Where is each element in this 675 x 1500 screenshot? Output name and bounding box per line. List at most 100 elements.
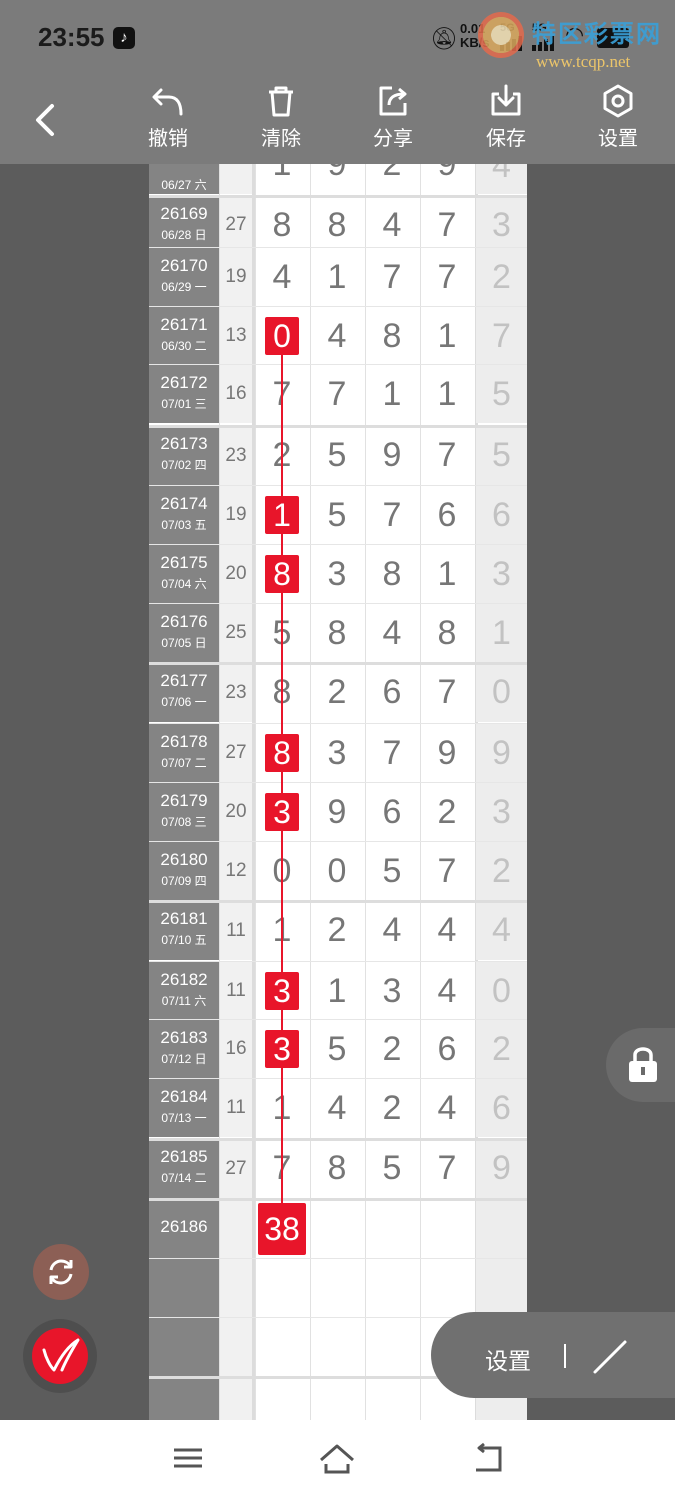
refresh-button[interactable]	[33, 1244, 89, 1300]
share-button[interactable]: 分享	[353, 84, 433, 151]
back-nav-icon[interactable]	[470, 1442, 504, 1474]
digit-cell: 6	[382, 793, 402, 831]
last-digit-cell: 4	[476, 901, 527, 960]
table-row: 26183 07/12 日 16 3 5 2 6 2	[149, 1020, 527, 1078]
first-digit-cell[interactable]: 1	[255, 1079, 309, 1137]
sum-cell: 20	[220, 783, 252, 841]
period-number: 26182	[160, 970, 208, 989]
toolbar: 撤销 清除 分享 保存 设置	[0, 78, 675, 164]
sum-cell	[220, 164, 252, 194]
table-row: 26180 07/09 四 12 0 0 5 7 2	[149, 842, 527, 900]
period-date: 07/09 四	[161, 874, 207, 888]
period-date: 07/03 五	[161, 518, 207, 532]
home-nav-icon[interactable]	[318, 1442, 356, 1476]
sum-cell: 13	[220, 307, 252, 365]
hit-marker: 3	[265, 793, 299, 831]
period-date: 06/27 六	[161, 178, 207, 192]
first-digit-cell[interactable]: 8	[255, 663, 309, 722]
first-digit-cell[interactable]: 5	[255, 604, 309, 662]
watermark-url: www.tcqp.net	[536, 52, 631, 71]
period-cell: 26180 07/09 四	[149, 842, 219, 900]
first-digit-cell[interactable]: 3	[255, 783, 309, 841]
digit-cell: 9	[437, 734, 457, 772]
period-number: 26184	[160, 1087, 208, 1106]
first-digit-cell[interactable]: 3	[255, 1020, 309, 1078]
row-divider	[149, 662, 527, 665]
save-button[interactable]: 保存	[466, 84, 546, 151]
period-number: 26172	[160, 373, 208, 392]
first-digit-cell[interactable]: 7	[255, 1139, 309, 1198]
digit-cell: 7	[437, 206, 457, 244]
period-number: 26176	[160, 612, 208, 631]
back-button[interactable]	[28, 100, 62, 140]
digit-cell: 4	[437, 972, 457, 1010]
digit-cell: 8	[327, 1149, 347, 1187]
sum-cell: 12	[220, 842, 252, 900]
first-digit-cell[interactable]: 7	[255, 365, 309, 423]
sum-cell: 11	[220, 1079, 252, 1137]
pen-stroke-icon	[42, 1338, 80, 1372]
period-date: 07/14 二	[161, 1171, 207, 1185]
digit-cell: 7	[437, 1149, 457, 1187]
lock-button[interactable]	[606, 1028, 675, 1102]
first-digit-cell[interactable]: 4	[255, 248, 309, 306]
row-divider	[149, 1198, 527, 1201]
period-number: 26170	[160, 256, 208, 275]
period-cell: 26182 07/11 六	[149, 962, 219, 1020]
table-row: 26170 06/29 一 19 4 1 7 7 2	[149, 248, 527, 306]
pen-button[interactable]	[23, 1319, 97, 1393]
undo-button[interactable]: 撤销	[128, 84, 208, 151]
period-cell: 26183 07/12 日	[149, 1020, 219, 1078]
sum-cell: 25	[220, 604, 252, 662]
hit-marker: 3	[265, 972, 299, 1010]
period-cell: 26175 07/04 六	[149, 545, 219, 603]
period-cell: 06/27 六	[149, 164, 219, 194]
first-digit-cell[interactable]: 3	[255, 962, 309, 1020]
digit-cell: 7	[382, 496, 402, 534]
digit-cell: 9	[327, 164, 347, 183]
share-icon	[379, 86, 407, 116]
digit-cell: 1	[437, 375, 457, 413]
first-digit-cell[interactable]: 8	[255, 196, 309, 254]
period-date: 07/04 六	[161, 577, 207, 591]
first-digit-cell[interactable]: 1	[255, 486, 309, 544]
table-row: 26175 07/04 六 20 8 3 8 1 3	[149, 545, 527, 603]
row-divider	[149, 364, 527, 365]
line-tool-icon[interactable]	[591, 1336, 631, 1376]
digit-cell: 4	[437, 1089, 457, 1127]
period-date: 07/10 五	[161, 933, 207, 947]
digit-cell: 5	[382, 1149, 402, 1187]
floating-separator	[564, 1344, 566, 1368]
period-date: 07/13 一	[161, 1111, 207, 1125]
first-digit-cell[interactable]: 8	[255, 545, 309, 603]
first-digit-cell[interactable]: 0	[255, 307, 309, 365]
prediction-cell[interactable]: 38	[255, 1199, 309, 1259]
refresh-icon	[49, 1259, 73, 1285]
first-digit-cell[interactable]: 2	[255, 426, 309, 485]
sum-cell: 16	[220, 1020, 252, 1078]
settings-button[interactable]: 设置	[578, 84, 658, 151]
digit-cell: 8	[327, 206, 347, 244]
menu-nav-icon[interactable]	[172, 1442, 204, 1474]
period-cell: 26173 07/02 四	[149, 426, 219, 485]
period-cell: 26185 07/14 二	[149, 1139, 219, 1198]
last-digit-cell	[476, 1259, 527, 1317]
hit-marker: 0	[265, 317, 299, 355]
sum-cell: 20	[220, 545, 252, 603]
floating-settings-bar: 设置	[431, 1312, 675, 1398]
row-divider	[149, 485, 527, 486]
hit-marker: 1	[265, 496, 299, 534]
trend-chart-grid[interactable]: 06/27 六 1 9 2 9 4 26169 06/28 日 27 8 8 4 7 3 26170 06/2…	[149, 164, 527, 1420]
last-digit-cell: 0	[476, 663, 527, 722]
clear-button[interactable]: 清除	[241, 84, 321, 151]
digit-cell: 1	[437, 555, 457, 593]
last-digit-cell: 0	[476, 962, 527, 1020]
trash-icon	[269, 86, 293, 117]
digit-cell: 9	[437, 164, 457, 183]
watermark-brand: 特区彩票网	[532, 21, 662, 48]
first-digit-cell[interactable]: 1	[255, 901, 309, 960]
floating-settings-label[interactable]: 设置	[485, 1342, 531, 1376]
table-row: 26173 07/02 四 23 2 5 9 7 5	[149, 426, 527, 485]
first-digit-cell[interactable]: 0	[255, 842, 309, 900]
first-digit-cell[interactable]: 8	[255, 724, 309, 782]
